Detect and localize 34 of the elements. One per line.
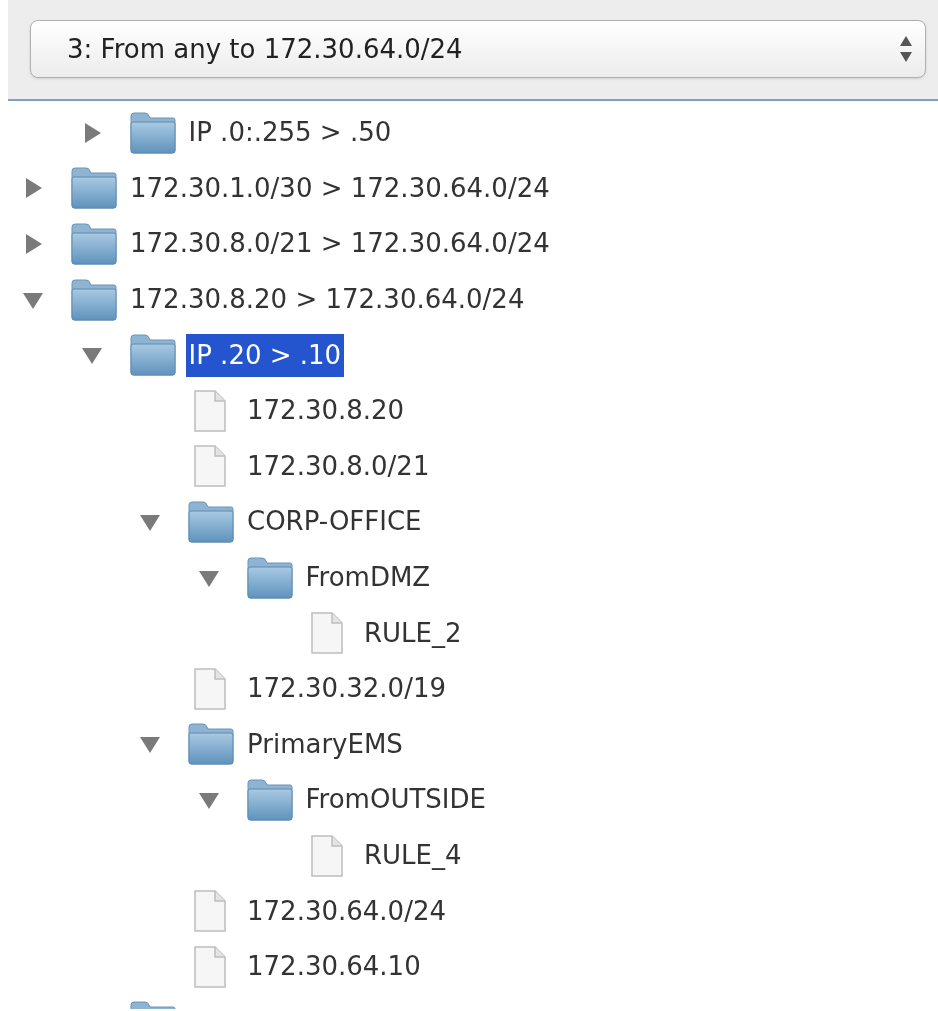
tree-item-label[interactable]: CORP-OFFICE xyxy=(244,500,425,544)
tree-item-label[interactable]: 172.30.32.0/19 xyxy=(244,667,449,711)
folder-icon xyxy=(245,556,294,599)
file-icon xyxy=(193,666,227,711)
tree-item-label[interactable]: IP .0:.255 > .50 xyxy=(185,111,395,155)
file-icon xyxy=(193,889,227,934)
file-icon xyxy=(193,944,227,989)
tree-item-label[interactable]: 172.30.8.0/21 > 172.30.64.0/24 xyxy=(127,222,553,266)
tree-item-label[interactable]: 172.30.8.20 xyxy=(244,389,408,433)
tree-item-label[interactable]: PrimaryEMS xyxy=(244,722,406,766)
tree-item-label[interactable]: 172.30.64.10 xyxy=(244,945,424,989)
folder-icon xyxy=(187,723,235,766)
folder-icon xyxy=(70,278,118,321)
tree-item-label[interactable]: 172.30.1.0/30 > 172.30.64.0/24 xyxy=(127,166,553,210)
up-down-arrows-icon xyxy=(899,34,913,64)
tree-item-label[interactable]: FromDMZ xyxy=(302,556,434,600)
rule-dropdown[interactable]: 3: From any to 172.30.64.0/24 xyxy=(30,20,926,78)
tree-item-label[interactable]: 172.30.8.20 > 172.30.64.0/24 xyxy=(127,278,528,322)
folder-icon xyxy=(70,167,118,210)
tree-item-label[interactable]: RULE_2 xyxy=(361,611,465,655)
file-icon xyxy=(310,611,344,656)
folder-icon xyxy=(128,111,177,154)
file-icon xyxy=(310,833,344,878)
folder-icon xyxy=(128,334,177,377)
tree-item-label[interactable]: IP .20 > .10 xyxy=(185,333,345,377)
folder-icon xyxy=(245,778,294,821)
file-icon xyxy=(193,444,227,489)
tree-item-label[interactable]: 172.30.8.0/21 xyxy=(244,444,433,488)
folder-icon xyxy=(187,500,235,543)
file-icon xyxy=(193,388,227,433)
folder-icon xyxy=(70,223,118,265)
tree-item-label[interactable]: 172.30.64.0/24 xyxy=(244,889,449,933)
tree-item-label[interactable]: RULE_4 xyxy=(361,834,465,877)
tree-item-label[interactable]: FromOUTSIDE xyxy=(302,778,489,822)
